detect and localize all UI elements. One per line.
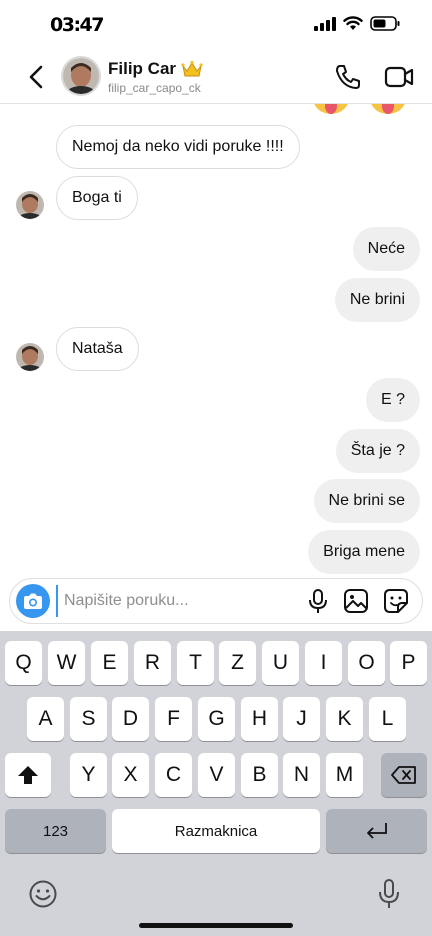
- key-i[interactable]: I: [305, 641, 342, 685]
- battery-icon: [370, 16, 400, 31]
- gallery-icon[interactable]: [343, 588, 369, 614]
- incoming-message[interactable]: Nemoj da neko vidi poruke !!!!: [56, 125, 300, 169]
- key-p[interactable]: P: [390, 641, 427, 685]
- outgoing-message[interactable]: Ne brini se: [313, 479, 420, 523]
- key-y[interactable]: Y: [70, 753, 107, 797]
- key-m[interactable]: M: [326, 753, 363, 797]
- contact-username: filip_car_capo_ck: [108, 81, 201, 95]
- avatar-photo: [16, 191, 44, 219]
- backspace-key[interactable]: [381, 753, 427, 797]
- signal-icon: [314, 16, 336, 31]
- status-time: 03:47: [50, 14, 104, 36]
- avatar-photo: [16, 343, 44, 371]
- key-h[interactable]: H: [241, 697, 278, 741]
- key-u[interactable]: U: [262, 641, 299, 685]
- microphone-icon[interactable]: [306, 588, 330, 614]
- wifi-icon: [343, 16, 363, 30]
- key-b[interactable]: B: [241, 753, 278, 797]
- shift-icon: [18, 766, 38, 784]
- message-list[interactable]: Nemoj da neko vidi poruke !!!! Boga ti N…: [0, 104, 432, 574]
- key-a[interactable]: A: [27, 697, 64, 741]
- sticker-icon[interactable]: [383, 588, 409, 614]
- video-camera-icon[interactable]: [384, 63, 414, 91]
- crown-emoji-icon: [181, 60, 203, 77]
- sender-avatar[interactable]: [16, 343, 44, 371]
- status-icons: [314, 16, 400, 31]
- message-composer: [9, 578, 423, 624]
- key-o[interactable]: O: [348, 641, 385, 685]
- key-x[interactable]: X: [112, 753, 149, 797]
- incoming-message[interactable]: Boga ti: [56, 176, 138, 220]
- outgoing-message[interactable]: Briga mene: [308, 530, 420, 574]
- key-t[interactable]: T: [177, 641, 214, 685]
- reaction-emoji-icon: [371, 104, 405, 114]
- phone-icon[interactable]: [334, 63, 362, 91]
- key-e[interactable]: E: [91, 641, 128, 685]
- camera-icon: [24, 593, 42, 609]
- keyboard: Q W E R T Z U I O P A S D F G H J K L Y …: [0, 631, 432, 936]
- key-q[interactable]: Q: [5, 641, 42, 685]
- back-chevron-icon[interactable]: [22, 62, 52, 92]
- key-w[interactable]: W: [48, 641, 85, 685]
- key-d[interactable]: D: [112, 697, 149, 741]
- outgoing-message[interactable]: Šta je ?: [335, 429, 420, 473]
- return-icon: [366, 823, 387, 839]
- dictation-icon[interactable]: [377, 878, 401, 910]
- shift-key[interactable]: [5, 753, 51, 797]
- home-indicator: [139, 923, 293, 928]
- key-k[interactable]: K: [326, 697, 363, 741]
- outgoing-message[interactable]: Ne brini: [334, 278, 420, 322]
- status-bar: 03:47: [0, 0, 432, 50]
- avatar-photo: [63, 58, 99, 94]
- message-input[interactable]: [56, 585, 296, 617]
- contact-avatar[interactable]: [61, 56, 101, 96]
- key-l[interactable]: L: [369, 697, 406, 741]
- key-n[interactable]: N: [283, 753, 320, 797]
- key-z[interactable]: Z: [219, 641, 256, 685]
- key-g[interactable]: G: [198, 697, 235, 741]
- outgoing-message[interactable]: Neće: [352, 227, 420, 271]
- contact-name-row[interactable]: Filip Car: [108, 59, 203, 79]
- sender-avatar[interactable]: [16, 191, 44, 219]
- chat-header: Filip Car filip_car_capo_ck: [0, 50, 432, 104]
- key-f[interactable]: F: [155, 697, 192, 741]
- reaction-emoji-icon: [314, 104, 348, 114]
- camera-button[interactable]: [16, 584, 50, 618]
- key-s[interactable]: S: [70, 697, 107, 741]
- key-v[interactable]: V: [198, 753, 235, 797]
- return-key[interactable]: [326, 809, 427, 853]
- emoji-icon[interactable]: [28, 879, 58, 909]
- key-r[interactable]: R: [134, 641, 171, 685]
- space-key[interactable]: Razmaknica: [112, 809, 320, 853]
- backspace-icon: [391, 766, 416, 784]
- key-c[interactable]: C: [155, 753, 192, 797]
- outgoing-message[interactable]: E ?: [365, 378, 420, 422]
- numbers-key[interactable]: 123: [5, 809, 106, 853]
- contact-name: Filip Car: [108, 59, 177, 78]
- key-j[interactable]: J: [283, 697, 320, 741]
- incoming-message[interactable]: Nataša: [56, 327, 139, 371]
